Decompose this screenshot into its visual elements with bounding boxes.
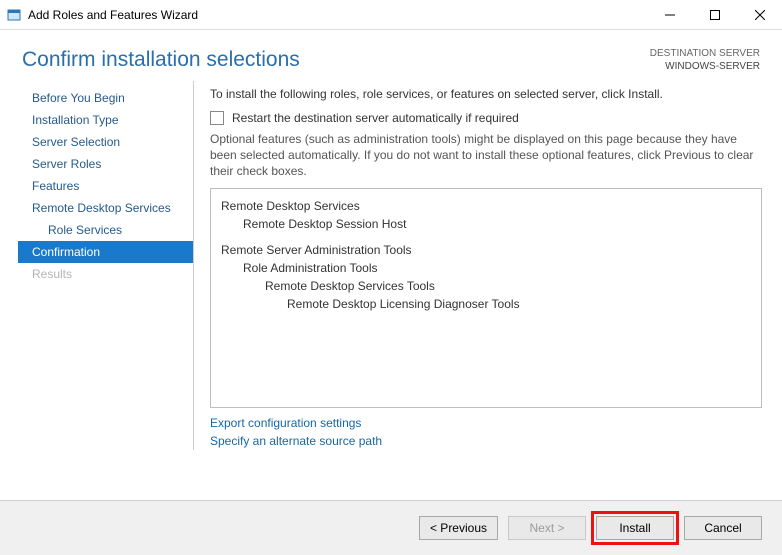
alternate-source-link[interactable]: Specify an alternate source path	[210, 432, 762, 450]
previous-button[interactable]: < Previous	[419, 516, 498, 540]
cancel-button[interactable]: Cancel	[684, 516, 762, 540]
destination-label: DESTINATION SERVER	[650, 48, 760, 61]
footer: < Previous Next > Install Cancel	[0, 500, 782, 555]
minimize-button[interactable]	[647, 0, 692, 29]
sidebar-item-role-services[interactable]: Role Services	[18, 219, 193, 241]
close-button[interactable]	[737, 0, 782, 29]
list-item[interactable]: Remote Desktop Session Host	[221, 215, 751, 233]
sidebar-item-features[interactable]: Features	[18, 175, 193, 197]
links: Export configuration settings Specify an…	[210, 414, 762, 450]
sidebar-item-remote-desktop-services[interactable]: Remote Desktop Services	[18, 197, 193, 219]
destination-box: DESTINATION SERVER WINDOWS-SERVER	[650, 48, 760, 73]
destination-value: WINDOWS-SERVER	[650, 61, 760, 74]
wizard-icon	[6, 7, 22, 23]
list-item[interactable]: Role Administration Tools	[221, 259, 751, 277]
optional-note: Optional features (such as administratio…	[210, 131, 762, 180]
restart-checkbox[interactable]	[210, 111, 224, 125]
main-panel: To install the following roles, role ser…	[193, 81, 764, 450]
page-title: Confirm installation selections	[22, 48, 650, 72]
sidebar-item-confirmation[interactable]: Confirmation	[18, 241, 193, 263]
intro-text: To install the following roles, role ser…	[210, 87, 762, 101]
sidebar-item-before-you-begin[interactable]: Before You Begin	[18, 87, 193, 109]
list-item[interactable]: Remote Desktop Services Tools	[221, 277, 751, 295]
selection-list[interactable]: Remote Desktop ServicesRemote Desktop Se…	[210, 188, 762, 408]
list-item[interactable]: Remote Desktop Licensing Diagnoser Tools	[221, 295, 751, 313]
next-button: Next >	[508, 516, 586, 540]
list-item[interactable]: Remote Server Administration Tools	[221, 241, 751, 259]
window-title: Add Roles and Features Wizard	[28, 8, 198, 22]
titlebar: Add Roles and Features Wizard	[0, 0, 782, 30]
sidebar-item-server-selection[interactable]: Server Selection	[18, 131, 193, 153]
sidebar-item-server-roles[interactable]: Server Roles	[18, 153, 193, 175]
restart-checkbox-label: Restart the destination server automatic…	[232, 111, 519, 125]
sidebar: Before You BeginInstallation TypeServer …	[18, 81, 193, 450]
restart-checkbox-row[interactable]: Restart the destination server automatic…	[210, 111, 762, 125]
sidebar-item-results: Results	[18, 263, 193, 285]
window-buttons	[647, 0, 782, 29]
export-config-link[interactable]: Export configuration settings	[210, 414, 762, 432]
install-button[interactable]: Install	[596, 516, 674, 540]
list-item[interactable]: Remote Desktop Services	[221, 197, 751, 215]
maximize-button[interactable]	[692, 0, 737, 29]
header: Confirm installation selections DESTINAT…	[0, 30, 782, 81]
sidebar-item-installation-type[interactable]: Installation Type	[18, 109, 193, 131]
